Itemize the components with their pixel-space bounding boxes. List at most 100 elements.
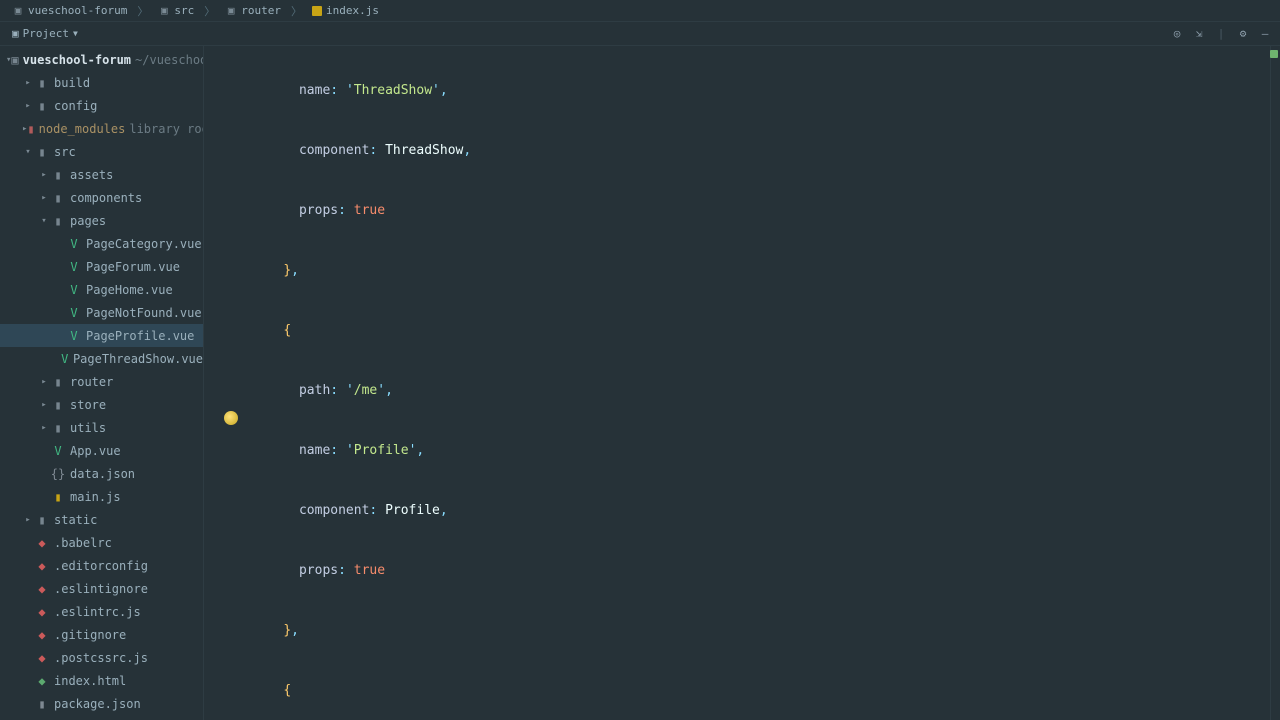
- chevron-right-icon: ▸: [22, 515, 34, 525]
- tree-label: .editorconfig: [54, 559, 148, 573]
- tree-label: components: [70, 191, 142, 205]
- tree-hint: library root: [129, 122, 204, 136]
- tree-file-eslintrc[interactable]: ◆ .eslintrc.js: [0, 600, 203, 623]
- vue-file-icon: V: [66, 237, 82, 251]
- vue-file-icon: V: [66, 329, 82, 343]
- tree-label: .eslintignore: [54, 582, 148, 596]
- folder-icon: ▣: [12, 5, 24, 17]
- tree-folder-utils[interactable]: ▸ ▮ utils: [0, 416, 203, 439]
- chevron-right-icon: ▸: [38, 423, 50, 433]
- config-file-icon: ◆: [34, 536, 50, 550]
- js-file-icon: [312, 6, 322, 16]
- project-icon: ▣: [11, 53, 18, 67]
- tree-file-eslintignore[interactable]: ◆ .eslintignore: [0, 577, 203, 600]
- tree-file-editorconfig[interactable]: ◆ .editorconfig: [0, 554, 203, 577]
- breadcrumb-label: vueschool-forum: [28, 4, 127, 17]
- tree-label: PageCategory.vue: [86, 237, 202, 251]
- breadcrumb-label: index.js: [326, 4, 379, 17]
- tree-label: vueschool-forum: [23, 53, 131, 67]
- chevron-right-icon: ▸: [22, 101, 34, 111]
- folder-icon: ▮: [34, 145, 50, 159]
- tree-folder-assets[interactable]: ▸ ▮ assets: [0, 163, 203, 186]
- tree-folder-static[interactable]: ▸ ▮ static: [0, 508, 203, 531]
- tree-folder-build[interactable]: ▸ ▮ build: [0, 71, 203, 94]
- tree-folder-config[interactable]: ▸ ▮ config: [0, 94, 203, 117]
- tree-folder-src[interactable]: ▾ ▮ src: [0, 140, 203, 163]
- chevron-down-icon: ▼: [73, 29, 78, 38]
- vue-file-icon: V: [60, 352, 69, 366]
- tree-label: .eslintrc.js: [54, 605, 141, 619]
- project-tree[interactable]: ▾ ▣ vueschool-forum ~/vueschool/v ▸ ▮ bu…: [0, 46, 204, 720]
- breadcrumb-router[interactable]: ▣ router: [217, 0, 289, 21]
- tree-label: App.vue: [70, 444, 121, 458]
- gutter: [204, 46, 246, 720]
- vue-file-icon: V: [66, 260, 82, 274]
- tree-folder-router[interactable]: ▸ ▮ router: [0, 370, 203, 393]
- lightbulb-icon[interactable]: [224, 411, 238, 425]
- tree-label: main.js: [70, 490, 121, 504]
- tree-file-pagethreadshow[interactable]: V PageThreadShow.vue: [0, 347, 203, 370]
- hide-panel-icon[interactable]: —: [1256, 25, 1274, 43]
- chevron-right-icon: ▸: [38, 400, 50, 410]
- folder-icon: ▮: [34, 513, 50, 527]
- tree-file-package-json[interactable]: ▮ package.json: [0, 692, 203, 715]
- html-file-icon: ◆: [34, 674, 50, 688]
- breadcrumb-label: src: [174, 4, 194, 17]
- tree-label: src: [54, 145, 76, 159]
- collapse-all-icon[interactable]: ⇲: [1190, 25, 1208, 43]
- tree-folder-store[interactable]: ▸ ▮ store: [0, 393, 203, 416]
- tree-label: PageNotFound.vue: [86, 306, 202, 320]
- tree-label: index.html: [54, 674, 126, 688]
- chevron-down-icon: ▾: [22, 147, 34, 157]
- tree-label: node_modules: [39, 122, 126, 136]
- vue-file-icon: V: [66, 283, 82, 297]
- tree-file-gitignore[interactable]: ◆ .gitignore: [0, 623, 203, 646]
- navigation-bar: ▣ vueschool-forum 〉 ▣ src 〉 ▣ router 〉 i…: [0, 0, 1280, 22]
- divider-icon: |: [1212, 25, 1230, 43]
- tree-label: static: [54, 513, 97, 527]
- breadcrumb-separator: 〉: [202, 0, 217, 21]
- folder-icon: ▮: [50, 421, 66, 435]
- code-content[interactable]: name: 'ThreadShow', component: ThreadSho…: [252, 46, 1270, 720]
- locate-file-icon[interactable]: ◎: [1168, 25, 1186, 43]
- breadcrumb-src[interactable]: ▣ src: [150, 0, 202, 21]
- tree-label: .babelrc: [54, 536, 112, 550]
- tree-file-postcssrc[interactable]: ◆ .postcssrc.js: [0, 646, 203, 669]
- tree-file-main-js[interactable]: ▮ main.js: [0, 485, 203, 508]
- chevron-right-icon: ▸: [38, 193, 50, 203]
- project-icon: ▣: [12, 27, 19, 40]
- tree-folder-components[interactable]: ▸ ▮ components: [0, 186, 203, 209]
- folder-icon: ▮: [34, 99, 50, 113]
- tree-label: assets: [70, 168, 113, 182]
- code-editor[interactable]: name: 'ThreadShow', component: ThreadSho…: [204, 46, 1280, 720]
- project-view-selector[interactable]: ▣ Project ▼: [6, 25, 84, 42]
- chevron-right-icon: ▸: [38, 377, 50, 387]
- folder-icon: ▣: [225, 5, 237, 17]
- editor-markers-strip[interactable]: [1270, 46, 1280, 720]
- tree-root[interactable]: ▾ ▣ vueschool-forum ~/vueschool/v: [0, 48, 203, 71]
- tree-file-pagecategory[interactable]: V PageCategory.vue: [0, 232, 203, 255]
- analysis-indicator-icon[interactable]: [1270, 50, 1278, 58]
- breadcrumb-file[interactable]: index.js: [304, 0, 387, 21]
- tree-path: ~/vueschool/v: [135, 53, 204, 67]
- tree-label: .postcssrc.js: [54, 651, 148, 665]
- json-file-icon: ▮: [34, 697, 50, 711]
- breadcrumb-project[interactable]: ▣ vueschool-forum: [4, 0, 135, 21]
- tree-file-babelrc[interactable]: ◆ .babelrc: [0, 531, 203, 554]
- tree-file-pageprofile[interactable]: V PageProfile.vue: [0, 324, 203, 347]
- tree-label: config: [54, 99, 97, 113]
- tree-file-app-vue[interactable]: V App.vue: [0, 439, 203, 462]
- tree-file-data-json[interactable]: {} data.json: [0, 462, 203, 485]
- tree-file-pageforum[interactable]: V PageForum.vue: [0, 255, 203, 278]
- tree-file-pagehome[interactable]: V PageHome.vue: [0, 278, 203, 301]
- tree-folder-pages[interactable]: ▾ ▮ pages: [0, 209, 203, 232]
- settings-icon[interactable]: ⚙: [1234, 25, 1252, 43]
- tree-label: pages: [70, 214, 106, 228]
- tree-file-index-html[interactable]: ◆ index.html: [0, 669, 203, 692]
- tree-label: PageForum.vue: [86, 260, 180, 274]
- breadcrumb-label: router: [241, 4, 281, 17]
- tree-folder-node-modules[interactable]: ▸ ▮ node_modules library root: [0, 117, 203, 140]
- tree-file-pagenotfound[interactable]: V PageNotFound.vue: [0, 301, 203, 324]
- project-view-label: Project: [23, 27, 69, 40]
- config-file-icon: ◆: [34, 628, 50, 642]
